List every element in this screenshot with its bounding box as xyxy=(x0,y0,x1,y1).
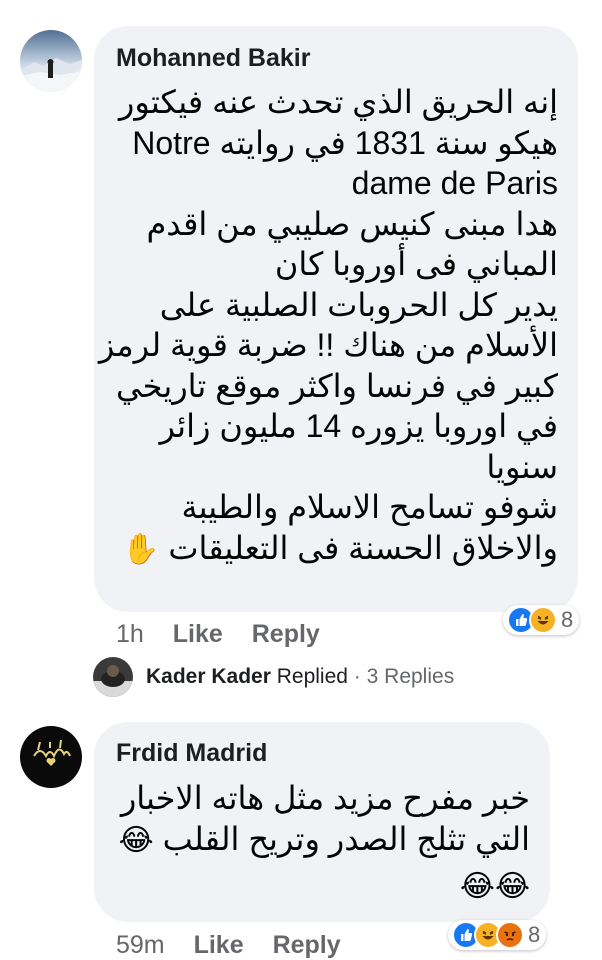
separator-dot: · xyxy=(353,665,361,688)
comment-actions: 1h Like Reply xyxy=(116,620,320,649)
replier-name: Kader Kader xyxy=(146,665,271,688)
comment-line: والاخلاق الحسنة فى التعليقات xyxy=(168,529,558,566)
comment-line: كبير في فرنسا واكثر موقع تاريخي xyxy=(115,367,558,404)
comment-timestamp[interactable]: 1h xyxy=(116,620,144,648)
comment-line: dame de Paris xyxy=(351,165,558,201)
comment-line: هدا مبنى كنيس صليبي من اقدم xyxy=(146,205,558,242)
comment-line: في اوروبا يزوره 14 مليون زائر xyxy=(159,408,558,444)
raised-hand-emoji: ✋ xyxy=(122,532,160,566)
comment-author[interactable]: Mohanned Bakir xyxy=(116,44,310,73)
like-button[interactable]: Like xyxy=(173,620,223,648)
comment-line: إنه الحريق الذي تحدث عنه فيكتور xyxy=(118,84,558,120)
reaction-summary[interactable]: 8 xyxy=(448,920,547,950)
reply-button[interactable]: Reply xyxy=(252,620,320,648)
comment-line: سنويا xyxy=(486,448,558,485)
calligraphy-avatar-photo xyxy=(20,726,82,788)
reaction-count: 8 xyxy=(561,607,574,632)
replies-count: 3 Replies xyxy=(366,665,455,688)
comment-line: شوفو تسامح الاسلام والطيبة xyxy=(181,489,558,525)
comment-line: المباني فى أوروبا كان xyxy=(274,246,558,282)
comment-line: الأسلام من هناك !! ضربة قوية لرمز xyxy=(98,327,558,363)
comment-text: إنه الحريق الذي تحدث عنه فيكتور هيكو سنة… xyxy=(98,82,558,570)
comment-author[interactable]: Frdid Madrid xyxy=(116,739,267,768)
comment-timestamp[interactable]: 59m xyxy=(116,931,165,959)
reaction-summary[interactable]: 8 xyxy=(503,605,580,635)
replied-label: Replied xyxy=(276,665,348,688)
comment-text: خبر مفرح مزيد مثل هاته الاخبار التي تثلج… xyxy=(100,778,530,908)
replier-avatar[interactable] xyxy=(93,657,133,697)
haha-icon xyxy=(529,606,557,634)
landscape-avatar-photo xyxy=(20,30,82,92)
comment-line: هيكو سنة 1831 في روايته Notre xyxy=(132,124,558,161)
comment-line-with-emoji: التي تثلج الصدر وتريح القلب 😂 xyxy=(100,819,530,862)
comment-line: خبر مفرح مزيد مثل هاته الاخبار xyxy=(120,780,530,816)
comment-line-with-emoji: والاخلاق الحسنة فى التعليقات ✋ xyxy=(98,528,558,571)
view-replies-link[interactable]: Kader Kader Replied · 3 Replies xyxy=(146,665,454,689)
like-button[interactable]: Like xyxy=(194,931,244,959)
profile-photo xyxy=(93,657,133,697)
comment-line: التي تثلج الصدر وتريح القلب xyxy=(162,820,530,857)
reaction-count: 8 xyxy=(528,922,541,947)
angry-icon xyxy=(496,921,524,949)
comment-line: يدير كل الحروبات الصلبية على xyxy=(159,286,558,323)
commenter-avatar[interactable] xyxy=(20,30,82,92)
laughing-emoji-line: 😂😂 xyxy=(459,870,530,903)
laughing-emoji: 😂 xyxy=(118,823,154,857)
comment-actions: 59m Like Reply xyxy=(116,931,341,960)
commenter-avatar[interactable] xyxy=(20,726,82,788)
reply-button[interactable]: Reply xyxy=(273,931,341,959)
